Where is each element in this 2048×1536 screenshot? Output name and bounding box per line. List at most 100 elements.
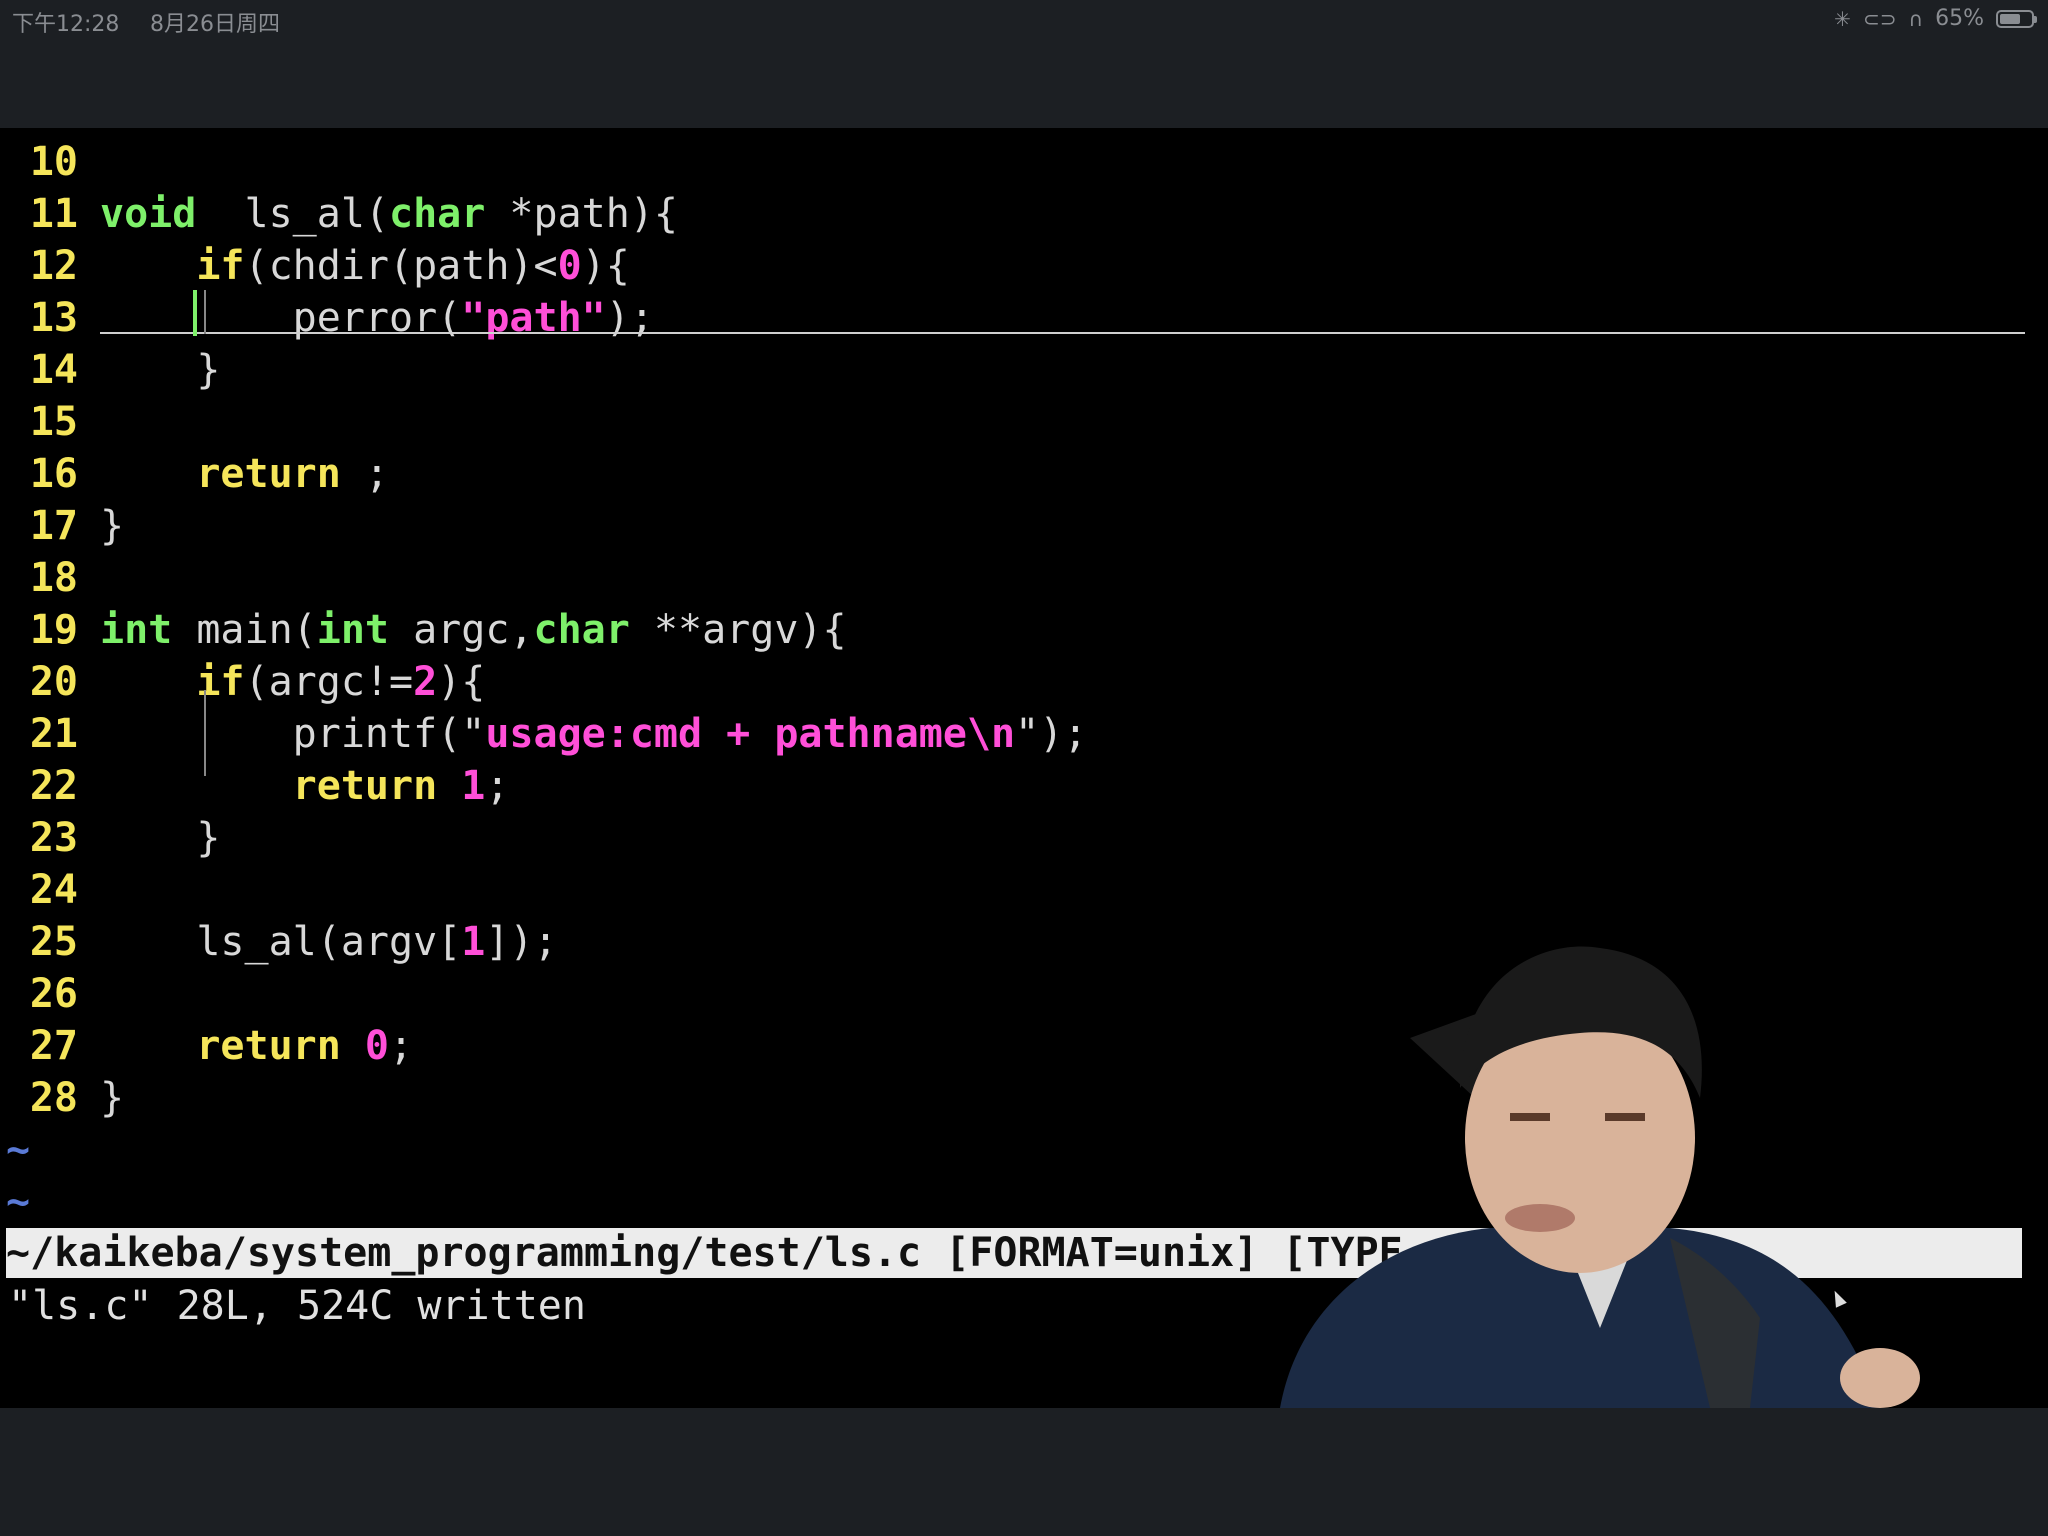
line-number: 14 [29, 347, 78, 393]
line-number: 10 [29, 139, 78, 185]
tilde-marker: ~ [6, 1179, 31, 1225]
line-number: 16 [29, 451, 78, 497]
code-text: void ls_al(char *path){ [100, 188, 678, 240]
cursor-line-underline [100, 332, 2025, 334]
code-text: return 1; [100, 760, 510, 812]
code-token: ; [389, 1023, 414, 1069]
code-token: ); [1039, 711, 1088, 757]
code-text: } [100, 812, 220, 864]
code-token: "path" [461, 295, 606, 341]
code-text: perror("path"); [100, 292, 654, 344]
code-token: } [100, 347, 221, 393]
tilde-marker: ~ [6, 1127, 31, 1173]
code-token: void [100, 191, 197, 237]
code-token: ){ [437, 659, 486, 705]
presenter-webcam [1240, 938, 1970, 1408]
text-cursor [193, 290, 197, 336]
vim-message: "ls.c" 28L, 524C written [8, 1283, 586, 1329]
line-number: 15 [29, 399, 78, 445]
code-token: argc, [389, 607, 534, 653]
line-number: 19 [29, 607, 78, 653]
code-token: } [100, 1075, 125, 1121]
code-token: ){ [581, 243, 630, 289]
line-number: 11 [29, 191, 78, 237]
code-token: 2 [413, 659, 438, 705]
battery-icon [1996, 9, 2037, 28]
code-text: return ; [100, 448, 389, 500]
code-token: perror( [100, 295, 462, 341]
line-number: 17 [29, 503, 78, 549]
code-token: if [196, 243, 245, 289]
line-number: 26 [29, 971, 78, 1017]
line-number: 27 [29, 1023, 78, 1069]
line-number: 13 [29, 295, 78, 341]
code-token: 1 [461, 763, 486, 809]
status-bar: 下午12:28 8月26日周四 ✳ ⊂⊃ ∩ 65% [0, 0, 2048, 40]
line-number: 28 [29, 1075, 78, 1121]
code-text: return 0; [100, 1020, 413, 1072]
code-token: ; [485, 763, 510, 809]
code-token: } [100, 503, 125, 549]
code-token: " [461, 711, 486, 757]
line-number: 25 [29, 919, 78, 965]
status-time: 下午12:28 [12, 12, 120, 37]
loading-icon: ✳ [1834, 6, 1851, 31]
code-token: return [196, 1023, 341, 1069]
link-icon: ⊂⊃ [1862, 6, 1897, 31]
code-token: ]); [485, 919, 558, 965]
code-token: 0 [557, 243, 582, 289]
code-token: *path){ [485, 191, 678, 237]
code-token: char [388, 191, 486, 237]
headphones-icon: ∩ [1908, 6, 1924, 31]
code-token: return [292, 763, 438, 809]
code-text: if(argc!=2){ [100, 656, 485, 708]
code-token: main( [172, 607, 317, 653]
status-indicators: ✳ ⊂⊃ ∩ 65% [1834, 6, 2037, 31]
code-token: 0 [364, 1023, 390, 1069]
code-token: (argc!= [244, 659, 414, 705]
code-token: ls_al(argv[ [100, 919, 462, 965]
indent-guide [204, 290, 206, 334]
presenter-image [1280, 946, 1920, 1408]
code-token: " [1015, 711, 1040, 757]
line-number: 24 [29, 867, 78, 913]
code-text: if(chdir(path)<0){ [100, 240, 630, 292]
code-token: return [196, 451, 341, 497]
indent-guide [204, 690, 206, 776]
lecture-video[interactable]: 10 11 void ls_al(char *path){12 if(chdir(p… [0, 128, 2048, 1408]
code-token: ; [340, 451, 389, 497]
code-token: ls_al( [196, 191, 389, 237]
line-number: 22 [29, 763, 78, 809]
line-number: 20 [29, 659, 78, 705]
code-text: } [100, 1072, 124, 1124]
code-token: (chdir(path)< [244, 243, 558, 289]
line-number: 21 [29, 711, 78, 757]
code-token: } [100, 815, 221, 861]
status-date: 8月26日周四 [150, 12, 280, 37]
code-token: printf( [100, 711, 462, 757]
code-token: usage:cmd + pathname\n [485, 711, 1016, 757]
code-text: } [100, 500, 124, 552]
code-token: 1 [461, 919, 486, 965]
code-text: } [100, 344, 220, 396]
code-token: int [316, 607, 389, 653]
line-number: 18 [29, 555, 78, 601]
code-token: ); [605, 295, 654, 341]
code-text: printf("usage:cmd + pathname\n"); [100, 708, 1088, 760]
line-number: 23 [29, 815, 78, 861]
code-text: ls_al(argv[1]); [100, 916, 558, 968]
code-token: **argv){ [629, 607, 847, 653]
code-text: int main(int argc,char **argv){ [100, 604, 847, 656]
line-number: 12 [29, 243, 78, 289]
battery-percent: 65% [1935, 6, 1984, 31]
code-token: int [100, 607, 173, 653]
battery-level [2000, 13, 2020, 24]
code-token: char [533, 607, 630, 653]
